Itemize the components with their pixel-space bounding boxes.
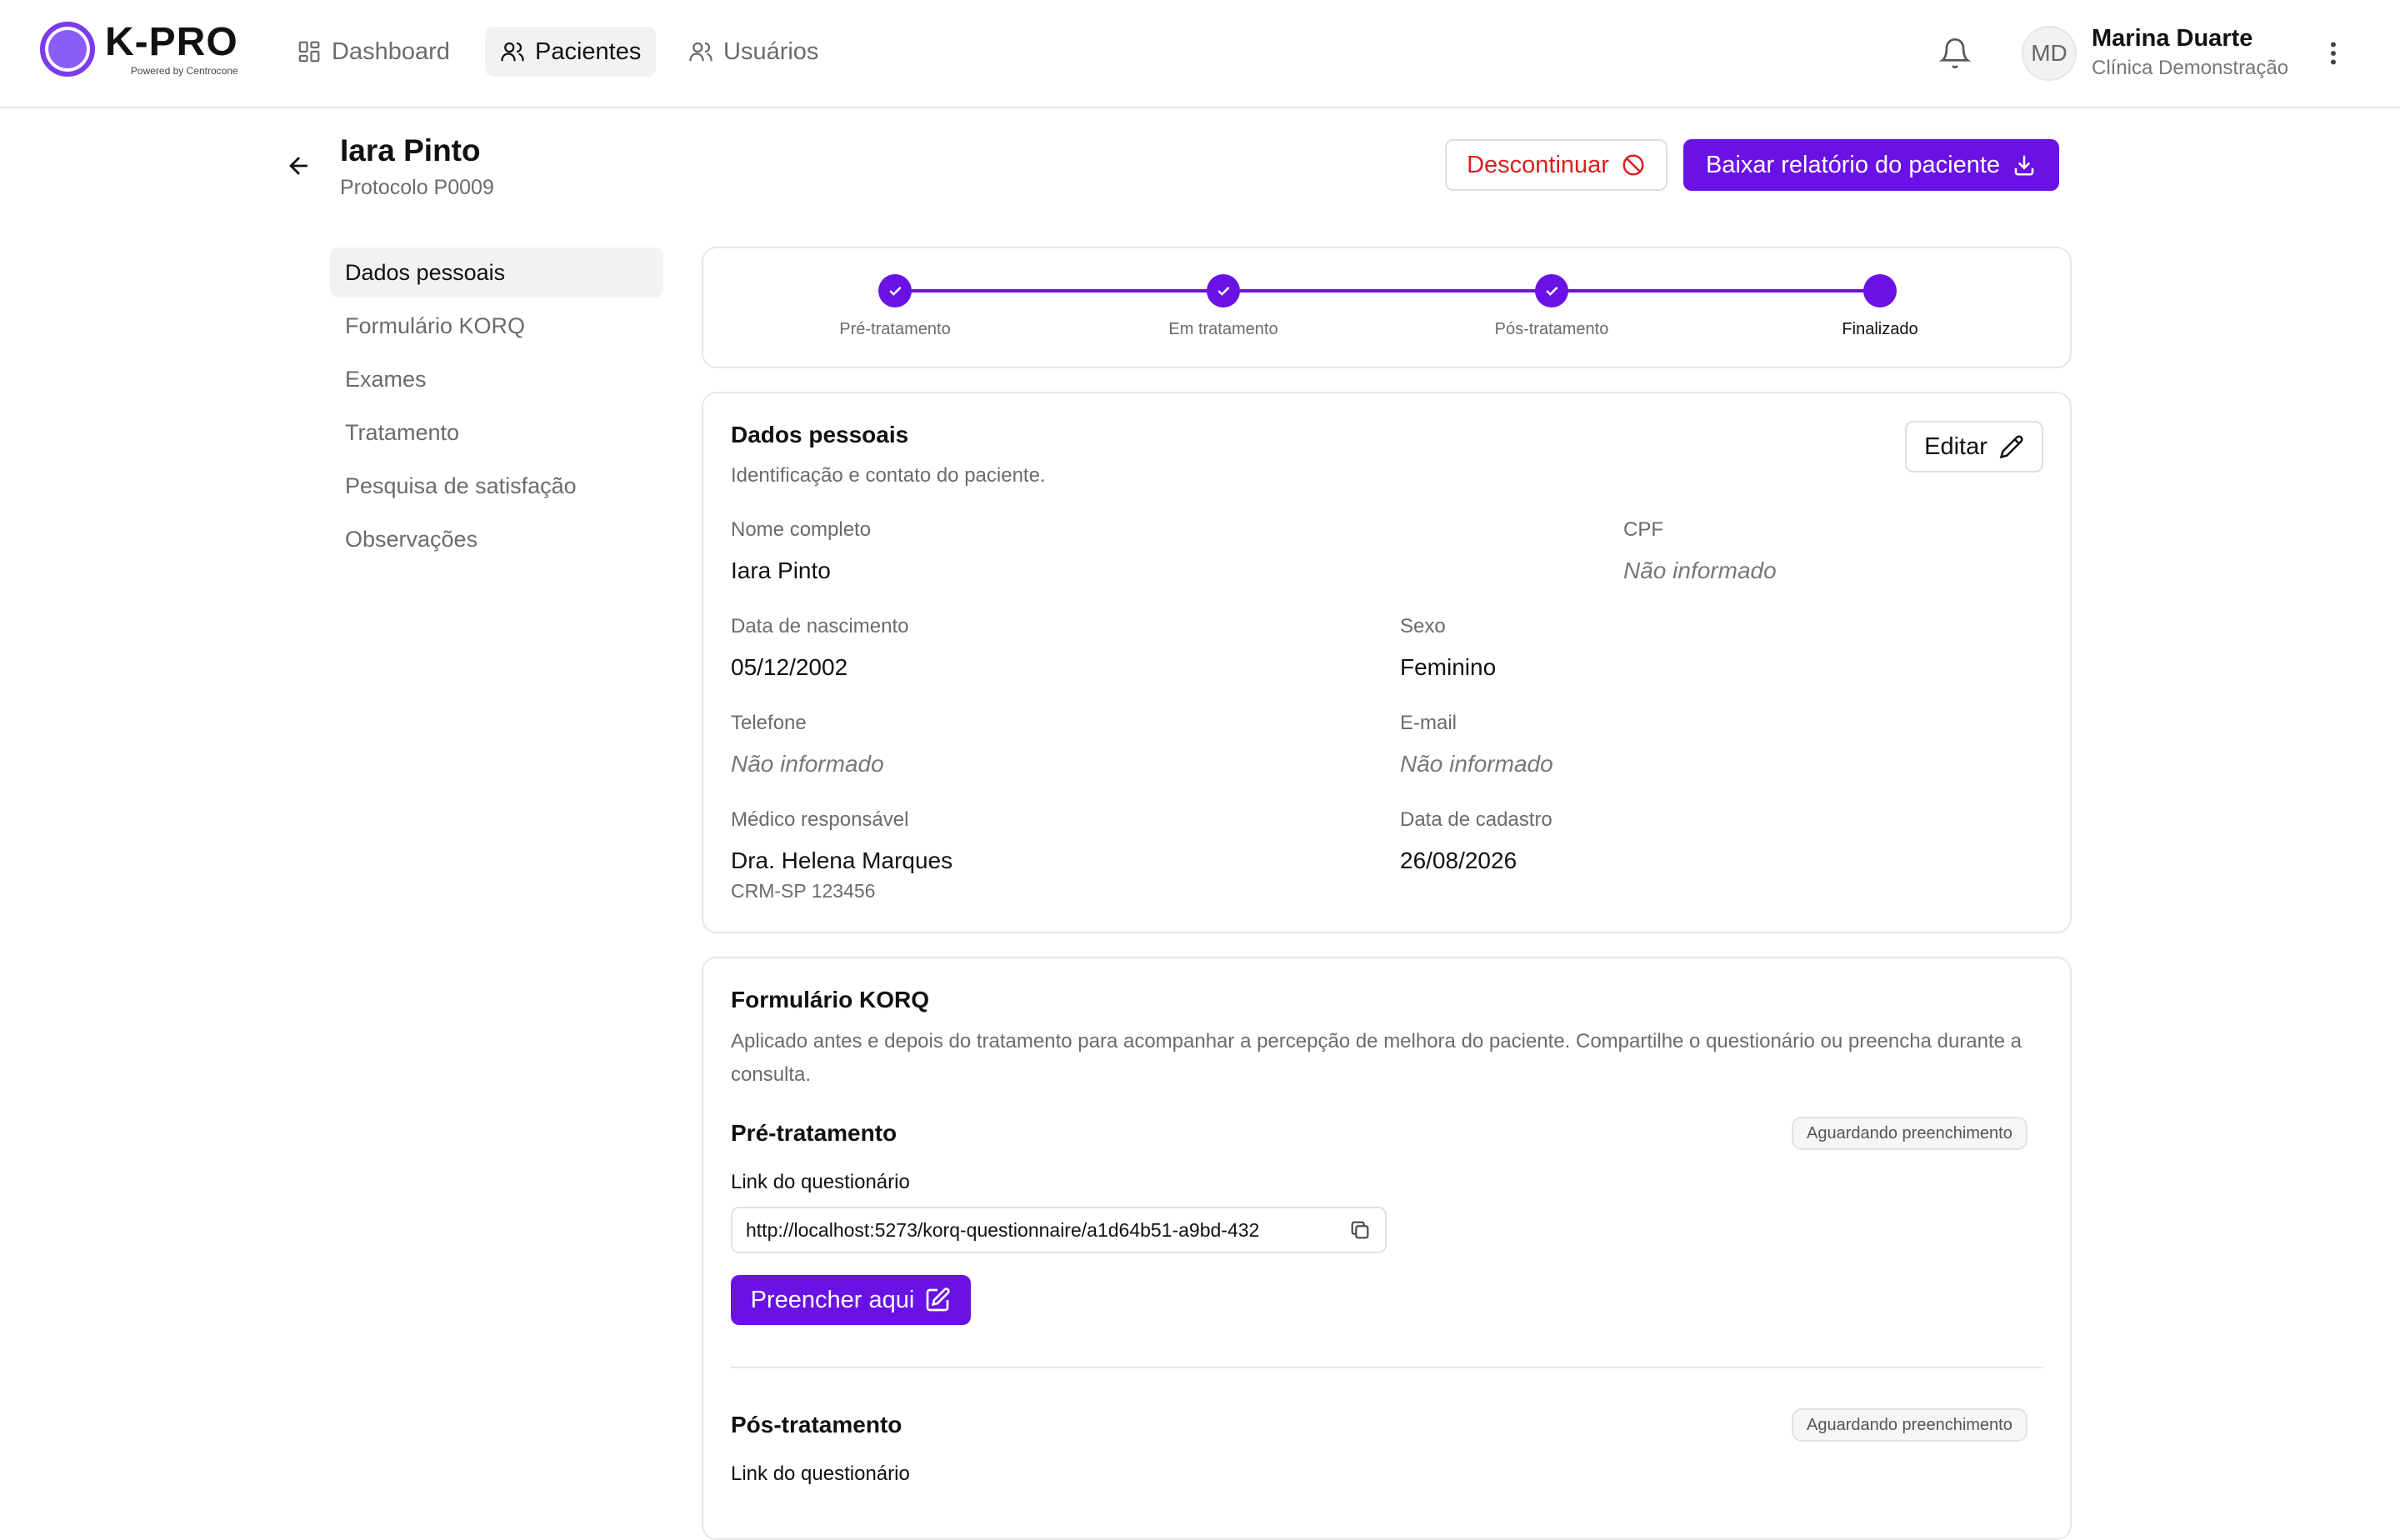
field-value-full-name: Iara Pinto <box>731 558 831 583</box>
field-label-cpf: CPF <box>1623 518 1663 541</box>
discontinue-button[interactable]: Descontinuar <box>1445 139 1668 191</box>
ban-icon <box>1622 154 1644 176</box>
field-label-phone: Telefone <box>731 712 807 734</box>
step-label: Pré-tratamento <box>839 320 951 338</box>
brand-logo[interactable]: K-PRO Powered by Centrocone <box>40 22 238 77</box>
step-current-dot <box>1863 274 1897 308</box>
section-title: Dados pessoais <box>731 422 909 448</box>
nav-pacientes[interactable]: Pacientes <box>485 27 657 77</box>
questionnaire-link-field[interactable]: http://localhost:5273/korq-questionnaire… <box>731 1207 1387 1253</box>
step-done-check-icon <box>1535 274 1568 308</box>
field-value-phone: Não informado <box>731 751 884 777</box>
field-value-doctor: Dra. Helena Marques <box>731 848 953 873</box>
questionnaire-link-label: Link do questionário <box>731 1462 910 1485</box>
sidebar-item-formulario-korq[interactable]: Formulário KORQ <box>330 301 663 351</box>
step-label: Pós-tratamento <box>1494 320 1609 338</box>
page-title: Iara Pinto <box>340 133 481 168</box>
field-label-sex: Sexo <box>1400 615 1446 638</box>
user-avatar[interactable]: MD <box>2022 26 2077 81</box>
nav-usuarios[interactable]: Usuários <box>673 27 833 77</box>
field-value-email: Não informado <box>1400 751 1553 777</box>
field-value-birth-date: 05/12/2002 <box>731 654 848 680</box>
back-arrow-icon[interactable] <box>285 152 313 180</box>
download-report-button[interactable]: Baixar relatório do paciente <box>1683 139 2059 191</box>
nav-dashboard[interactable]: Dashboard <box>282 27 465 77</box>
step-label: Em tratamento <box>1168 320 1278 338</box>
field-label-birth-date: Data de nascimento <box>731 615 909 638</box>
nav-dashboard-label: Dashboard <box>332 38 450 65</box>
field-label-full-name: Nome completo <box>731 518 872 541</box>
user-name: Marina Duarte <box>2092 25 2253 52</box>
section-description: Aplicado antes e depois do tratamento pa… <box>731 1030 2022 1086</box>
status-stepper-card <box>702 247 2072 368</box>
edit-form-icon <box>927 1288 951 1312</box>
protocol-number: Protocolo P0009 <box>340 176 494 199</box>
copy-icon[interactable] <box>1348 1218 1372 1242</box>
step-done-check-icon <box>1207 274 1240 308</box>
user-icon <box>689 42 712 62</box>
download-icon <box>2014 155 2034 176</box>
sidebar-item-exames[interactable]: Exames <box>330 354 663 404</box>
section-title: Formulário KORQ <box>731 987 930 1012</box>
pencil-icon <box>1999 435 2023 459</box>
nav-usuarios-label: Usuários <box>723 38 819 65</box>
field-label-registered: Data de cadastro <box>1400 808 1552 831</box>
logo-circle-icon <box>40 22 95 77</box>
field-doctor-crm: CRM-SP 123456 <box>731 880 876 902</box>
dashboard-icon <box>298 41 320 62</box>
questionnaire-link-text: http://localhost:5273/korq-questionnaire… <box>746 1218 1260 1241</box>
brand-name: K-PRO <box>105 20 238 64</box>
field-label-email: E-mail <box>1400 712 1458 734</box>
section-divider <box>731 1367 2043 1368</box>
stepper-progress-line <box>895 289 1880 292</box>
section-description: Identificação e contato do paciente. <box>731 464 1046 487</box>
post-treatment-title: Pós-tratamento <box>731 1412 902 1438</box>
status-badge: Aguardando preenchimento <box>1792 1408 2028 1442</box>
more-options-icon[interactable] <box>2320 38 2347 68</box>
field-value-cpf: Não informado <box>1623 558 1777 583</box>
field-value-sex: Feminino <box>1400 654 1497 680</box>
download-report-label: Baixar relatório do paciente <box>1705 151 2001 178</box>
users-icon <box>501 42 524 62</box>
field-label-doctor: Médico responsável <box>731 808 909 831</box>
brand-tagline: Powered by Centrocone <box>130 65 238 77</box>
fill-here-label: Preencher aqui <box>750 1286 915 1313</box>
pre-treatment-title: Pré-tratamento <box>731 1120 898 1146</box>
notifications-bell-icon[interactable] <box>1938 37 1972 70</box>
step-label-current: Finalizado <box>1842 320 1918 338</box>
edit-label: Editar <box>1924 432 1988 460</box>
edit-button[interactable]: Editar <box>1905 421 2043 472</box>
nav-pacientes-label: Pacientes <box>535 38 642 65</box>
fill-here-button[interactable]: Preencher aqui <box>731 1275 971 1325</box>
questionnaire-link-label: Link do questionário <box>731 1171 910 1193</box>
sidebar-item-tratamento[interactable]: Tratamento <box>330 408 663 458</box>
field-value-registered: 26/08/2026 <box>1400 848 1518 873</box>
sidebar-item-dados-pessoais[interactable]: Dados pessoais <box>330 248 663 298</box>
user-clinic: Clínica Demonstração <box>2092 57 2289 79</box>
sidebar-item-observacoes[interactable]: Observações <box>330 514 663 564</box>
step-done-check-icon <box>878 274 912 308</box>
discontinue-label: Descontinuar <box>1467 151 1609 178</box>
sidebar-item-pesquisa-satisfacao[interactable]: Pesquisa de satisfação <box>330 461 663 511</box>
status-badge: Aguardando preenchimento <box>1792 1117 2028 1150</box>
